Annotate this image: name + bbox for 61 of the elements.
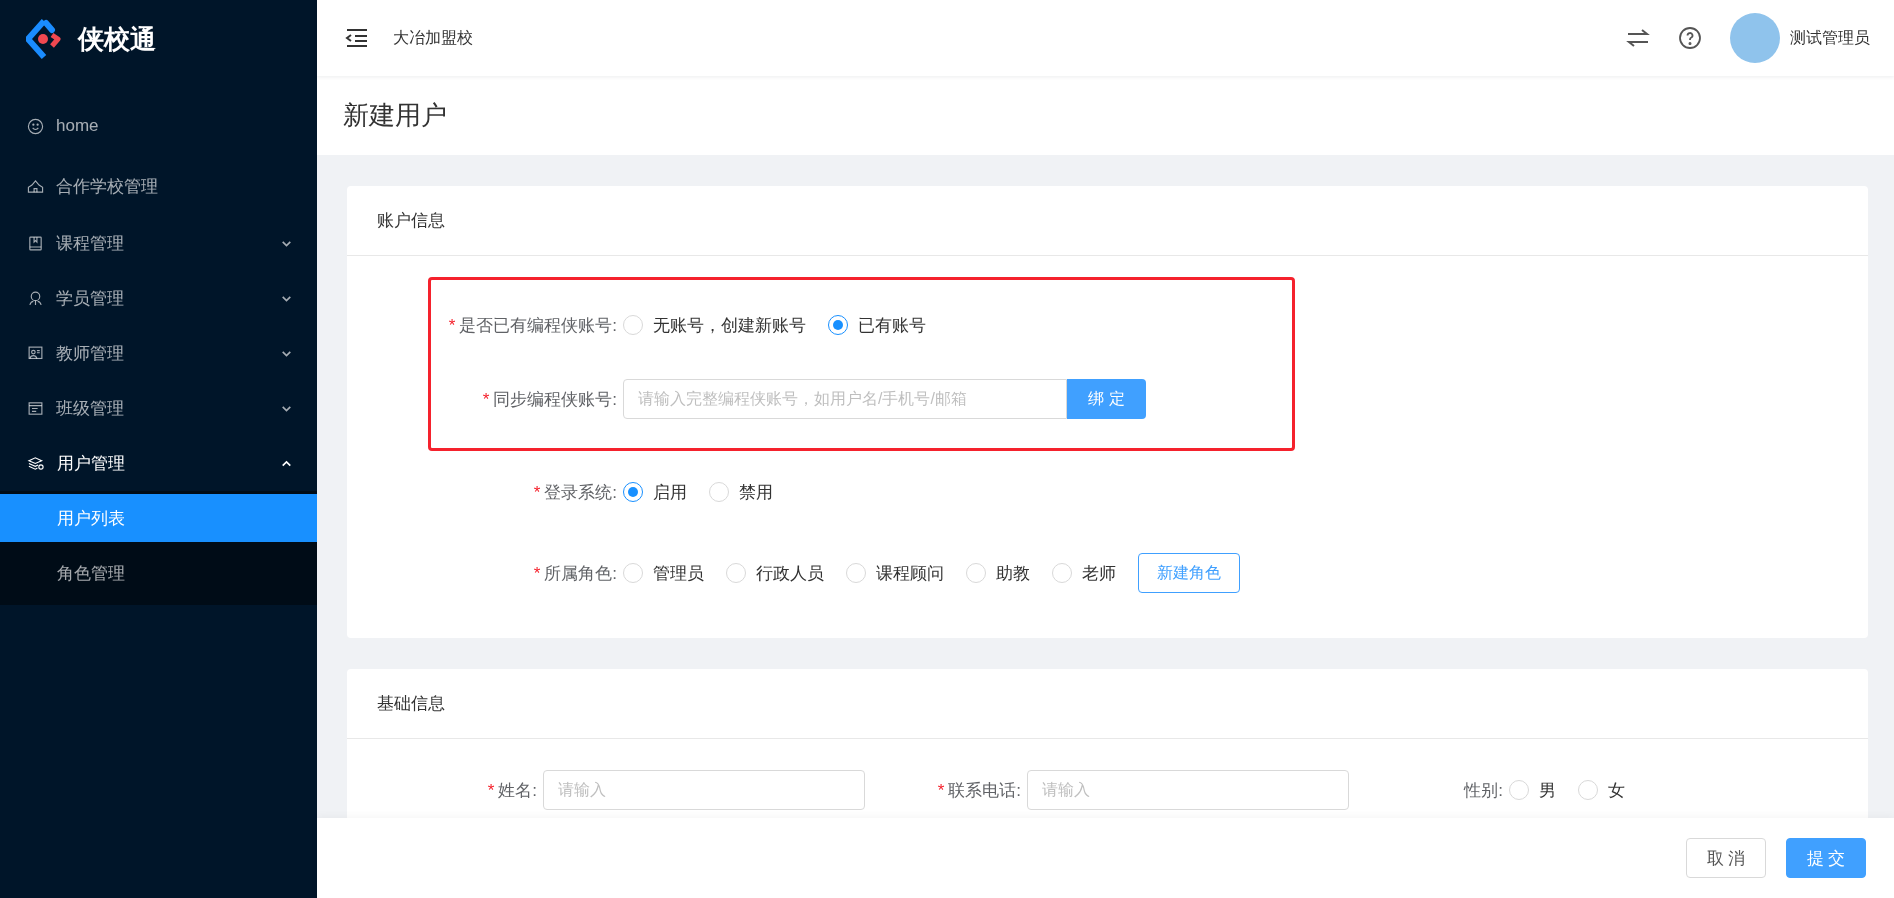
radio-option[interactable]: 助教 <box>966 561 1030 585</box>
radio-option[interactable]: 启用 <box>623 480 687 504</box>
sidebar-item[interactable]: 合作学校管理 <box>0 156 317 216</box>
card-title: 账户信息 <box>377 210 445 232</box>
cancel-button[interactable]: 取 消 <box>1686 838 1766 878</box>
radio-label: 助教 <box>996 562 1030 585</box>
menu-fold-icon[interactable] <box>345 28 369 48</box>
radio-button[interactable] <box>623 482 643 502</box>
building-icon <box>27 177 44 195</box>
school-name: 大冶加盟校 <box>393 27 474 48</box>
field-label: * 同步编程侠账号: <box>481 388 618 411</box>
phone-input[interactable]: 请输入 <box>1027 770 1349 810</box>
user-name[interactable]: 测试管理员 <box>1790 27 1870 49</box>
field-label: * 登录系统: <box>532 481 618 504</box>
radio-option[interactable]: 已有账号 <box>828 313 926 337</box>
sidebar-item[interactable]: 学员管理 <box>0 271 317 326</box>
radio-option[interactable]: 女 <box>1578 778 1625 802</box>
radio-option[interactable]: 行政人员 <box>726 561 824 585</box>
radio-label: 老师 <box>1082 562 1116 585</box>
radio-label: 无账号，创建新账号 <box>653 314 806 337</box>
radio-label: 课程顾问 <box>876 562 944 585</box>
field-label: 性别: <box>1462 779 1504 802</box>
radio-label: 已有账号 <box>858 314 926 337</box>
sidebar-item[interactable]: 用户管理 <box>0 436 317 491</box>
radio-label: 男 <box>1539 779 1556 802</box>
radio-label: 禁用 <box>739 481 773 504</box>
field-label: * 姓名: <box>486 779 538 802</box>
radio-option[interactable]: 老师 <box>1052 561 1116 585</box>
radio-option[interactable]: 男 <box>1509 778 1556 802</box>
teacher-icon <box>27 345 44 362</box>
field-label: * 是否已有编程侠账号: <box>447 314 618 337</box>
radio-option[interactable]: 无账号，创建新账号 <box>623 313 806 337</box>
submenu-item[interactable]: 角色管理 <box>0 542 317 605</box>
layers-gear-icon <box>27 455 45 472</box>
account-input[interactable]: 请输入完整编程侠账号，如用户名/手机号/邮箱 <box>623 379 1067 419</box>
smile-icon <box>27 117 44 135</box>
name-input[interactable]: 请输入 <box>543 770 865 810</box>
board-icon <box>27 400 44 417</box>
sidebar-item[interactable]: 课程管理 <box>0 216 317 271</box>
brand-name: 侠校通 <box>78 22 156 56</box>
book-icon <box>27 235 44 252</box>
sidebar-item[interactable]: 班级管理 <box>0 381 317 436</box>
radio-option[interactable]: 课程顾问 <box>846 561 944 585</box>
help-icon[interactable] <box>1678 26 1702 50</box>
page-title: 新建用户 <box>343 99 447 132</box>
radio-label: 管理员 <box>653 562 704 585</box>
field-label: * 联系电话: <box>936 779 1022 802</box>
field-label: * 所属角色: <box>532 562 618 585</box>
logo-icon <box>26 19 62 59</box>
radio-option[interactable]: 禁用 <box>709 480 773 504</box>
radio-button[interactable] <box>828 315 848 335</box>
sidebar-item[interactable]: home <box>0 96 317 156</box>
people-icon <box>27 290 44 307</box>
sidebar-item[interactable]: 教师管理 <box>0 326 317 381</box>
radio-option[interactable]: 管理员 <box>623 561 704 585</box>
radio-label: 行政人员 <box>756 562 824 585</box>
card-title: 基础信息 <box>377 693 445 715</box>
user-avatar[interactable] <box>1730 13 1780 63</box>
swap-icon[interactable] <box>1626 28 1650 48</box>
radio-label: 启用 <box>653 481 687 504</box>
radio-label: 女 <box>1608 779 1625 802</box>
